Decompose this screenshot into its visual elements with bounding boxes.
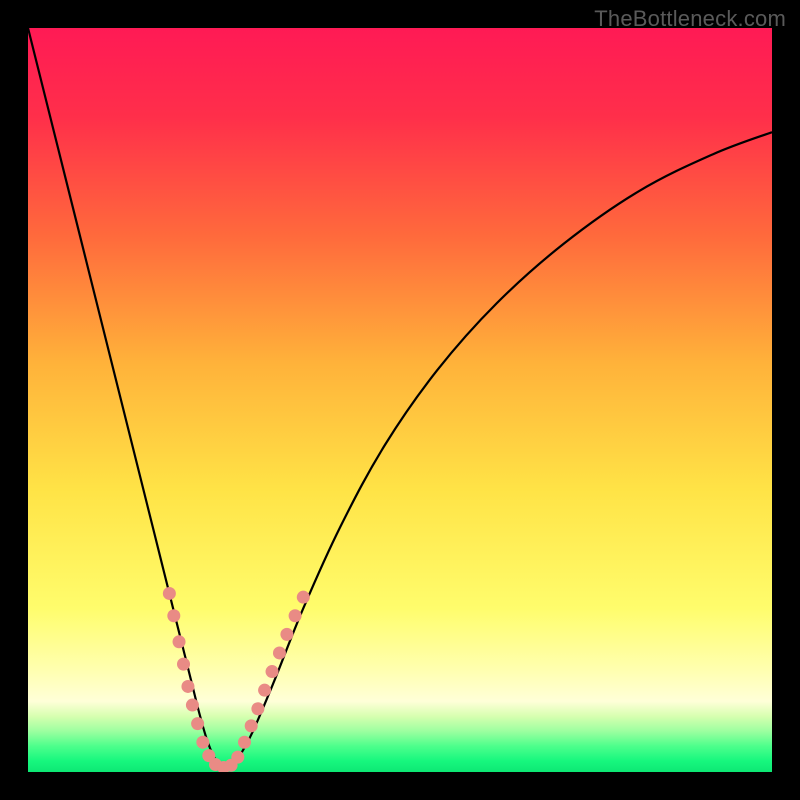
- highlight-dot: [238, 736, 251, 749]
- highlight-dot: [289, 609, 302, 622]
- highlight-dots: [163, 587, 310, 772]
- bottleneck-curve: [28, 28, 772, 769]
- highlight-dot: [251, 702, 264, 715]
- highlight-dot: [266, 665, 279, 678]
- highlight-dot: [297, 591, 310, 604]
- highlight-dot: [167, 609, 180, 622]
- highlight-dot: [258, 684, 271, 697]
- chart-frame: TheBottleneck.com: [0, 0, 800, 800]
- highlight-dot: [196, 736, 209, 749]
- plot-area: [28, 28, 772, 772]
- highlight-dot: [245, 719, 258, 732]
- highlight-dot: [191, 717, 204, 730]
- highlight-dot: [231, 751, 244, 764]
- chart-svg: [28, 28, 772, 772]
- highlight-dot: [181, 680, 194, 693]
- watermark-text: TheBottleneck.com: [594, 6, 786, 32]
- highlight-dot: [173, 635, 186, 648]
- highlight-dot: [273, 646, 286, 659]
- highlight-dot: [280, 628, 293, 641]
- highlight-dot: [163, 587, 176, 600]
- highlight-dot: [186, 699, 199, 712]
- highlight-dot: [177, 658, 190, 671]
